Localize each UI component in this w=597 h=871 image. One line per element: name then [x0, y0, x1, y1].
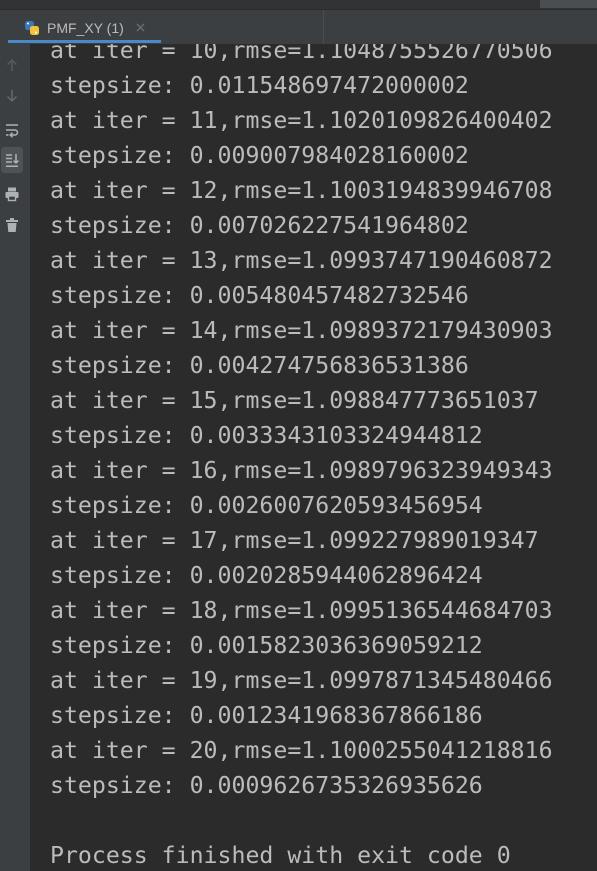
console-line: stepsize: 0.0026007620593456954 — [50, 492, 483, 519]
tab-label: PMF_XY (1) — [47, 20, 124, 36]
console-line: at iter = 18,rmse=1.0995136544684703 — [50, 597, 553, 624]
process-exit-message: Process finished with exit code 0 — [50, 842, 511, 869]
down-arrow-icon[interactable] — [4, 88, 20, 104]
console-line: at iter = 14,rmse=1.0989372179430903 — [50, 317, 553, 344]
soft-wrap-icon[interactable] — [4, 122, 20, 138]
window-top-edge — [0, 0, 597, 10]
console-line: stepsize: 0.0020285944062896424 — [50, 562, 483, 589]
console-line: stepsize: 0.011548697472000002 — [50, 72, 469, 99]
console-line: stepsize: 0.004274756836531386 — [50, 352, 469, 379]
scroll-to-end-icon[interactable] — [4, 152, 20, 168]
close-icon[interactable] — [136, 23, 145, 32]
run-tab-bar: PMF_XY (1) — [0, 0, 597, 44]
console-line: at iter = 13,rmse=1.0993747190460872 — [50, 247, 553, 274]
trash-icon[interactable] — [4, 217, 20, 233]
console-output: at iter = 10,rmse=1.1048755526770506 ste… — [50, 44, 553, 871]
console-line: at iter = 15,rmse=1.098847773651037 — [50, 387, 539, 414]
run-console[interactable]: at iter = 10,rmse=1.1048755526770506 ste… — [30, 44, 597, 871]
print-icon[interactable] — [4, 186, 20, 202]
console-line: stepsize: 0.009007984028160002 — [50, 142, 469, 169]
console-line: at iter = 12,rmse=1.1003194839946708 — [50, 177, 553, 204]
console-line: stepsize: 0.005480457482732546 — [50, 282, 469, 309]
run-toolbar — [0, 44, 30, 871]
console-line: stepsize: 0.0009626735326935626 — [50, 772, 483, 799]
console-line: stepsize: 0.007026227541964802 — [50, 212, 469, 239]
console-line: stepsize: 0.0033343103324944812 — [50, 422, 483, 449]
up-arrow-icon[interactable] — [4, 57, 20, 73]
console-line: stepsize: 0.0012341968367866186 — [50, 702, 483, 729]
console-line: at iter = 11,rmse=1.1020109826400402 — [50, 107, 553, 134]
console-line: stepsize: 0.0015823036369059212 — [50, 632, 483, 659]
console-line: at iter = 10,rmse=1.1048755526770506 — [50, 44, 553, 64]
run-tab-pmf-xy[interactable]: PMF_XY (1) — [8, 10, 161, 40]
console-line: at iter = 20,rmse=1.1000255041218816 — [50, 737, 553, 764]
console-line: at iter = 17,rmse=1.099227989019347 — [50, 527, 539, 554]
console-line: at iter = 19,rmse=1.0997871345480466 — [50, 667, 553, 694]
window-top-edge-right — [540, 0, 597, 8]
python-icon — [24, 20, 40, 36]
console-line: at iter = 16,rmse=1.0989796323949343 — [50, 457, 553, 484]
tab-bar-divider — [323, 10, 324, 44]
selected-tab-indicator — [8, 40, 161, 43]
